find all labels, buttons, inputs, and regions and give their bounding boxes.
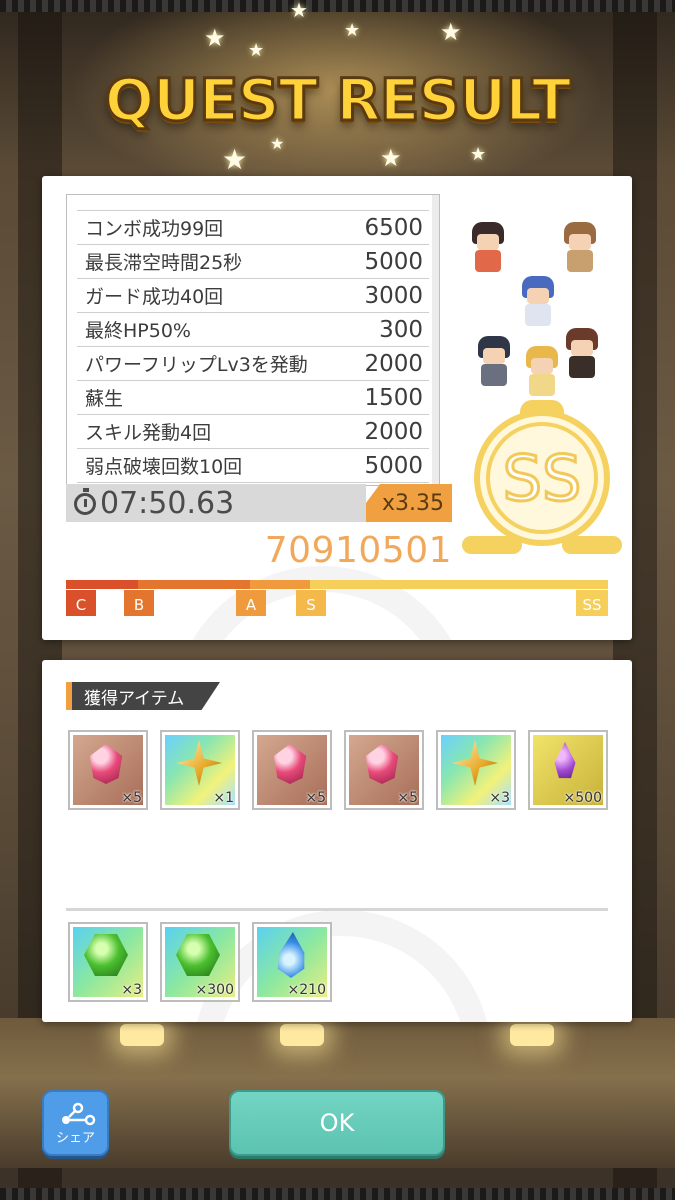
clear-time-bar: 07:50.63 — [66, 484, 366, 522]
score-entry-label: パワーフリップLv3を発動 — [85, 354, 308, 376]
item-count: ×500 — [563, 790, 602, 806]
score-breakdown-list[interactable]: コンボ成功99回 6500 最長滞空時間25秒 5000 ガード成功40回 30… — [66, 194, 440, 486]
reward-item[interactable]: ×500 — [528, 730, 608, 810]
reward-item[interactable]: ×5 — [68, 730, 148, 810]
acquired-items-panel: 獲得アイテム ×5 ×1 ×5 ×5 ×3 ×500 ×3 ×300 ×210 — [42, 660, 632, 1022]
item-count: ×3 — [489, 790, 510, 806]
sparkle-star-icon: ★ — [222, 143, 248, 176]
reward-item[interactable]: ×5 — [344, 730, 424, 810]
score-entry-label: ガード成功40回 — [85, 286, 224, 308]
rank-marker-s: S — [296, 590, 326, 616]
list-item: コンボ成功99回 6500 — [77, 211, 429, 245]
score-entry-label: 弱点破壊回数10回 — [85, 456, 243, 478]
item-count: ×3 — [121, 982, 142, 998]
list-item — [77, 195, 429, 211]
share-button[interactable]: シェア — [42, 1090, 109, 1156]
top-border-strip — [0, 0, 675, 12]
acquired-items-header: 獲得アイテム — [66, 682, 220, 710]
item-count: ×5 — [121, 790, 142, 806]
background-lamp — [280, 1024, 324, 1046]
score-entry-value: 2000 — [364, 350, 423, 377]
list-item: ガード成功40回 3000 — [77, 279, 429, 313]
share-icon — [62, 1102, 96, 1126]
reward-item[interactable]: ×300 — [160, 922, 240, 1002]
list-item: 蘇生 1500 — [77, 381, 429, 415]
party-member-avatar — [562, 328, 602, 380]
sparkle-star-icon: ★ — [248, 40, 265, 61]
score-entry-label: スキル発動4回 — [85, 422, 212, 444]
rank-segment-a — [250, 580, 310, 589]
party-member-avatar — [468, 222, 508, 274]
rank-marker-c: C — [66, 590, 96, 616]
background-lamp — [510, 1024, 554, 1046]
sparkle-star-icon: ★ — [380, 144, 402, 172]
sparkle-star-icon: ★ — [344, 20, 361, 41]
score-entry-label: 最長滞空時間25秒 — [85, 252, 243, 274]
bottom-border-strip — [0, 1188, 675, 1200]
clear-time-value: 07:50.63 — [100, 485, 235, 521]
rank-emblem-wing — [462, 536, 522, 554]
item-count: ×300 — [195, 982, 234, 998]
sparkle-star-icon: ★ — [270, 134, 285, 153]
background-lamp — [120, 1024, 164, 1046]
party-member-avatar — [518, 276, 558, 328]
party-member-avatar — [560, 222, 600, 274]
score-entry-value: 300 — [379, 316, 423, 343]
rank-segment-c — [66, 580, 138, 589]
score-entry-label: 最終HP50% — [85, 320, 191, 342]
reward-item[interactable]: ×3 — [68, 922, 148, 1002]
total-score: 70910501 — [264, 530, 452, 571]
reward-item[interactable]: ×3 — [436, 730, 516, 810]
score-entry-label: 蘇生 — [85, 388, 124, 410]
score-entry-value: 5000 — [364, 452, 423, 479]
rank-grade: SS — [486, 422, 598, 534]
rank-marker-ss: SS — [576, 590, 608, 616]
reward-item[interactable]: ×5 — [252, 730, 332, 810]
rank-emblem-wing — [562, 536, 622, 554]
reward-item[interactable]: ×210 — [252, 922, 332, 1002]
party-members — [462, 212, 618, 402]
rank-segment-s — [310, 580, 608, 589]
score-panel: コンボ成功99回 6500 最長滞空時間25秒 5000 ガード成功40回 30… — [42, 176, 632, 640]
item-count: ×1 — [213, 790, 234, 806]
score-entry-value: 3000 — [364, 282, 423, 309]
list-item: 最長滞空時間25秒 5000 — [77, 245, 429, 279]
list-item: 最終HP50% 300 — [77, 313, 429, 347]
rank-emblem: SS — [474, 410, 610, 546]
sparkle-star-icon: ★ — [204, 24, 226, 52]
party-member-avatar — [474, 336, 514, 388]
score-entry-value: 1500 — [364, 384, 423, 411]
rank-marker-a: A — [236, 590, 266, 616]
list-item: スキル発動4回 2000 — [77, 415, 429, 449]
reward-item[interactable]: ×1 — [160, 730, 240, 810]
item-count: ×210 — [287, 982, 326, 998]
rank-progress-bar — [66, 580, 608, 589]
sparkle-star-icon: ★ — [290, 0, 308, 22]
score-multiplier-badge: x3.35 — [366, 484, 452, 522]
score-entry-label: コンボ成功99回 — [85, 218, 224, 240]
share-button-label: シェア — [55, 1131, 95, 1146]
rank-marker-b: B — [124, 590, 154, 616]
quest-result-title: QUEST RESULT — [103, 65, 573, 136]
ok-button[interactable]: OK — [229, 1090, 445, 1156]
item-count: ×5 — [305, 790, 326, 806]
sparkle-star-icon: ★ — [440, 18, 462, 46]
party-member-avatar — [522, 346, 562, 398]
list-item: パワーフリップLv3を発動 2000 — [77, 347, 429, 381]
score-entry-value: 6500 — [364, 214, 423, 241]
items-divider — [66, 908, 608, 911]
score-entry-value: 5000 — [364, 248, 423, 275]
sparkle-star-icon: ★ — [470, 144, 487, 165]
score-entry-value: 2000 — [364, 418, 423, 445]
stopwatch-icon — [74, 488, 96, 515]
score-list-scrollbar[interactable] — [432, 195, 439, 485]
item-count: ×5 — [397, 790, 418, 806]
list-item: 弱点破壊回数10回 5000 — [77, 449, 429, 483]
rank-segment-b — [138, 580, 250, 589]
